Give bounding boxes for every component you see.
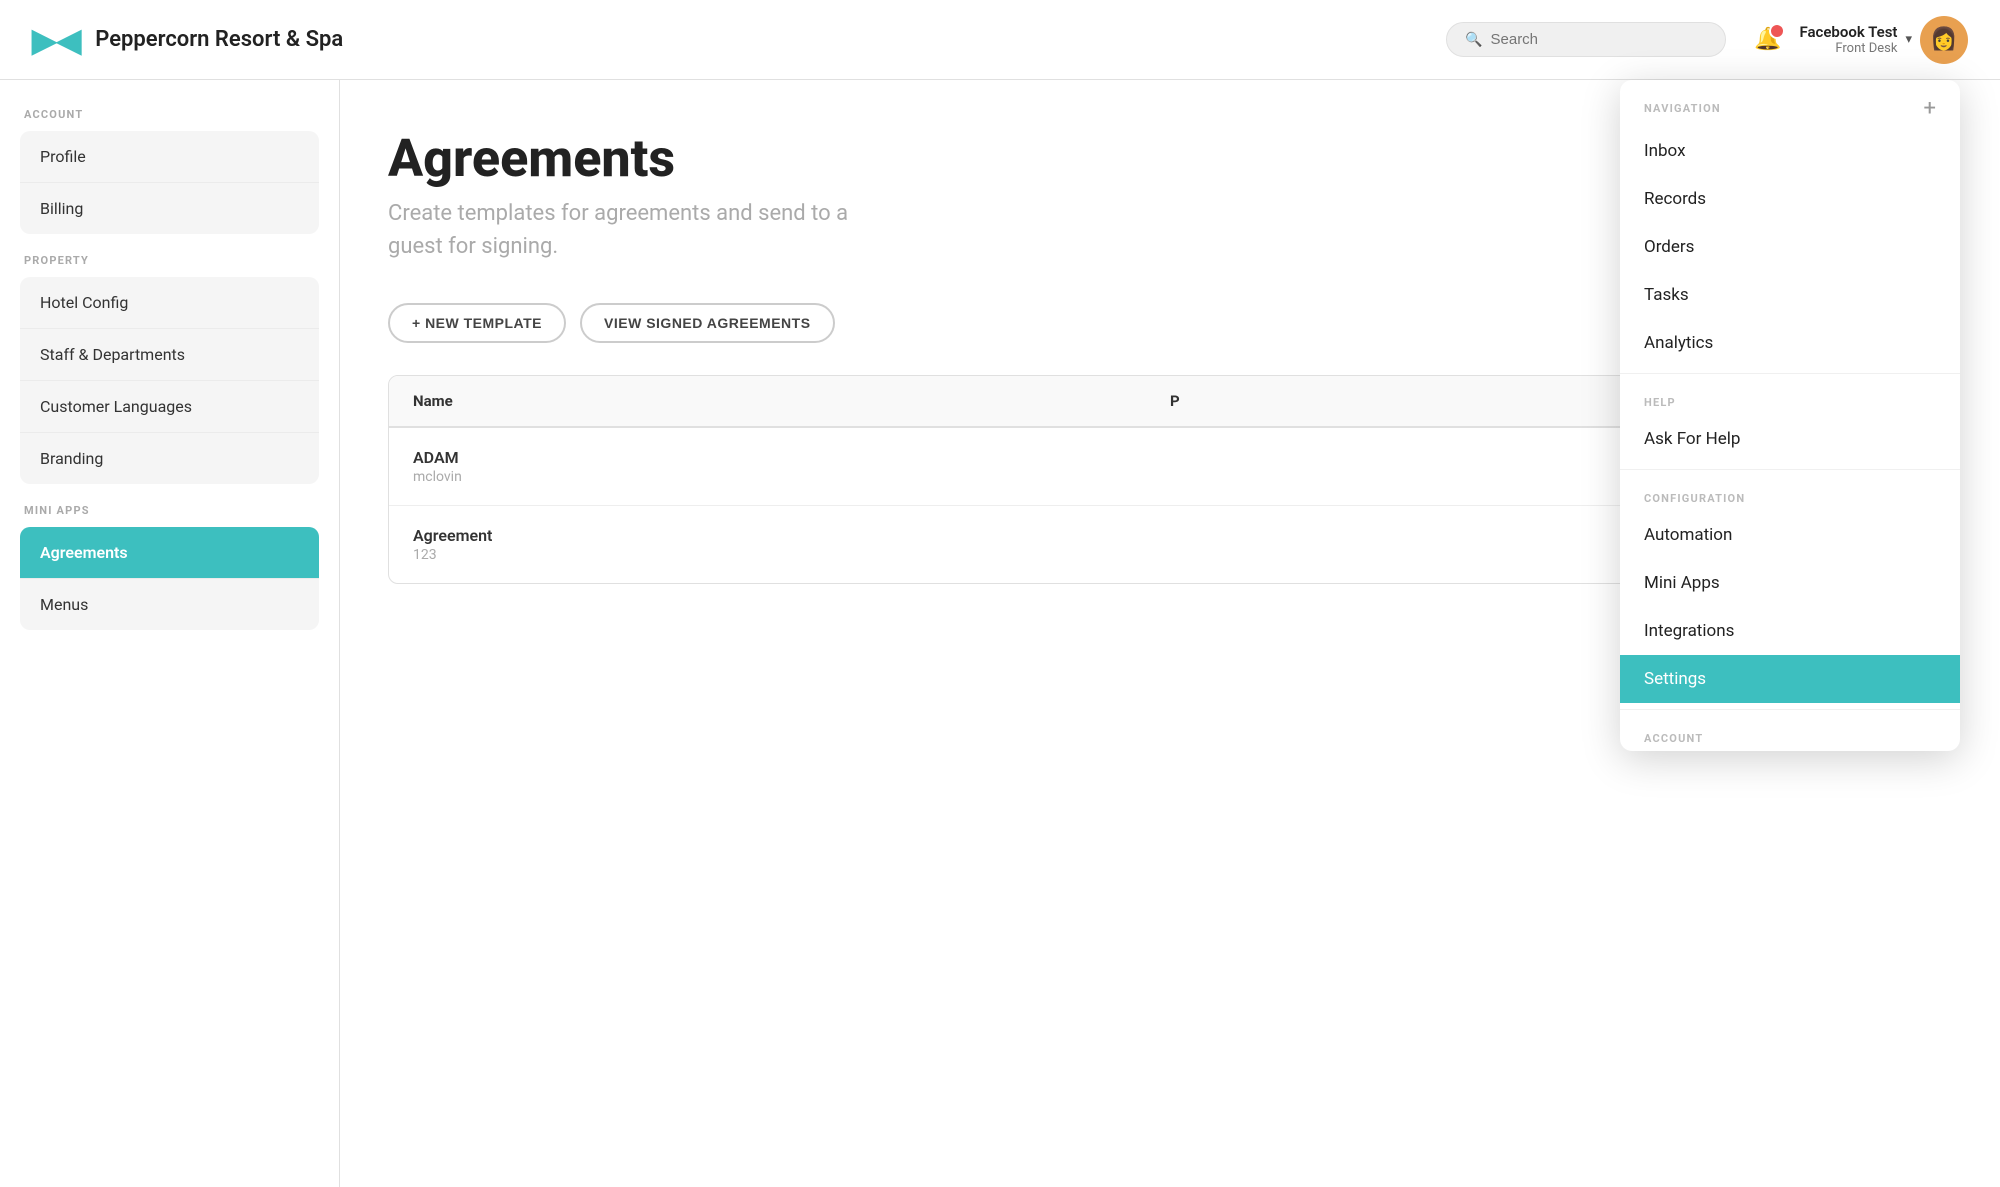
dropdown-divider-2 [1620,469,1960,470]
dropdown-item-ask-for-help[interactable]: Ask For Help [1620,415,1960,463]
user-info[interactable]: Facebook Test Front Desk ▾ 👩 [1799,16,1968,64]
sidebar-item-agreements[interactable]: Agreements [20,527,319,579]
navigation-dropdown: NAVIGATION + Inbox Records Orders Tasks … [1620,80,1960,751]
sidebar-section-account: ACCOUNT [20,108,319,121]
dropdown-item-settings[interactable]: Settings [1620,655,1960,703]
app-header: ▶◀ Peppercorn Resort & Spa 🔍 🔔 Facebook … [0,0,2000,80]
dropdown-section-navigation-label: NAVIGATION [1644,102,1721,115]
search-box[interactable]: 🔍 [1446,22,1726,57]
sidebar-section-mini-apps: MINI APPS [20,504,319,517]
notification-badge [1769,23,1785,39]
logo-icon: ▶◀ [32,21,81,59]
dropdown-item-inbox[interactable]: Inbox [1620,127,1960,175]
dropdown-divider-1 [1620,373,1960,374]
app-title: Peppercorn Resort & Spa [95,27,343,52]
sidebar-item-profile[interactable]: Profile [20,131,319,183]
dropdown-item-records[interactable]: Records [1620,175,1960,223]
dropdown-section-help-label: HELP [1620,380,1960,415]
cell-agreement-name: Agreement [413,526,1170,545]
cell-adam-name: ADAM [413,448,1170,467]
new-template-button[interactable]: + NEW TEMPLATE [388,303,566,343]
cell-adam-sub: mclovin [413,469,1170,485]
dropdown-item-orders[interactable]: Orders [1620,223,1960,271]
sidebar-item-staff-departments[interactable]: Staff & Departments [20,329,319,381]
user-name: Facebook Test [1799,23,1897,41]
view-signed-button[interactable]: VIEW SIGNED AGREEMENTS [580,303,835,343]
sidebar: ACCOUNT Profile Billing PROPERTY Hotel C… [0,80,340,1187]
dropdown-item-tasks[interactable]: Tasks [1620,271,1960,319]
sidebar-item-hotel-config[interactable]: Hotel Config [20,277,319,329]
search-input[interactable] [1491,31,1708,48]
sidebar-group-account: Profile Billing [20,131,319,234]
dropdown-item-mini-apps[interactable]: Mini Apps [1620,559,1960,607]
dropdown-section-configuration-label: CONFIGURATION [1620,476,1960,511]
logo-area: ▶◀ Peppercorn Resort & Spa [32,21,343,59]
sidebar-group-property: Hotel Config Staff & Departments Custome… [20,277,319,484]
avatar: 👩 [1920,16,1968,64]
chevron-down-icon: ▾ [1905,32,1912,47]
user-role: Front Desk [1799,41,1897,56]
cell-adam: ADAM mclovin [413,448,1170,485]
dropdown-divider-3 [1620,709,1960,710]
dropdown-navigation-header: NAVIGATION + [1620,80,1960,127]
sidebar-item-menus[interactable]: Menus [20,579,319,630]
dropdown-item-automation[interactable]: Automation [1620,511,1960,559]
header-right: 🔔 Facebook Test Front Desk ▾ 👩 [1754,16,1968,64]
notification-bell[interactable]: 🔔 [1754,27,1781,52]
user-text: Facebook Test Front Desk [1799,23,1897,56]
sidebar-item-billing[interactable]: Billing [20,183,319,234]
sidebar-item-customer-languages[interactable]: Customer Languages [20,381,319,433]
dropdown-item-integrations[interactable]: Integrations [1620,607,1960,655]
cell-agreement-sub: 123 [413,547,1170,563]
sidebar-section-property: PROPERTY [20,254,319,267]
dropdown-section-account-label: ACCOUNT [1620,716,1960,751]
column-name: Name [413,392,1170,410]
dropdown-plus-button[interactable]: + [1924,96,1936,121]
search-icon: 🔍 [1465,32,1482,48]
dropdown-item-analytics[interactable]: Analytics [1620,319,1960,367]
sidebar-group-mini-apps: Agreements Menus [20,527,319,630]
cell-agreement: Agreement 123 [413,526,1170,563]
sidebar-item-branding[interactable]: Branding [20,433,319,484]
